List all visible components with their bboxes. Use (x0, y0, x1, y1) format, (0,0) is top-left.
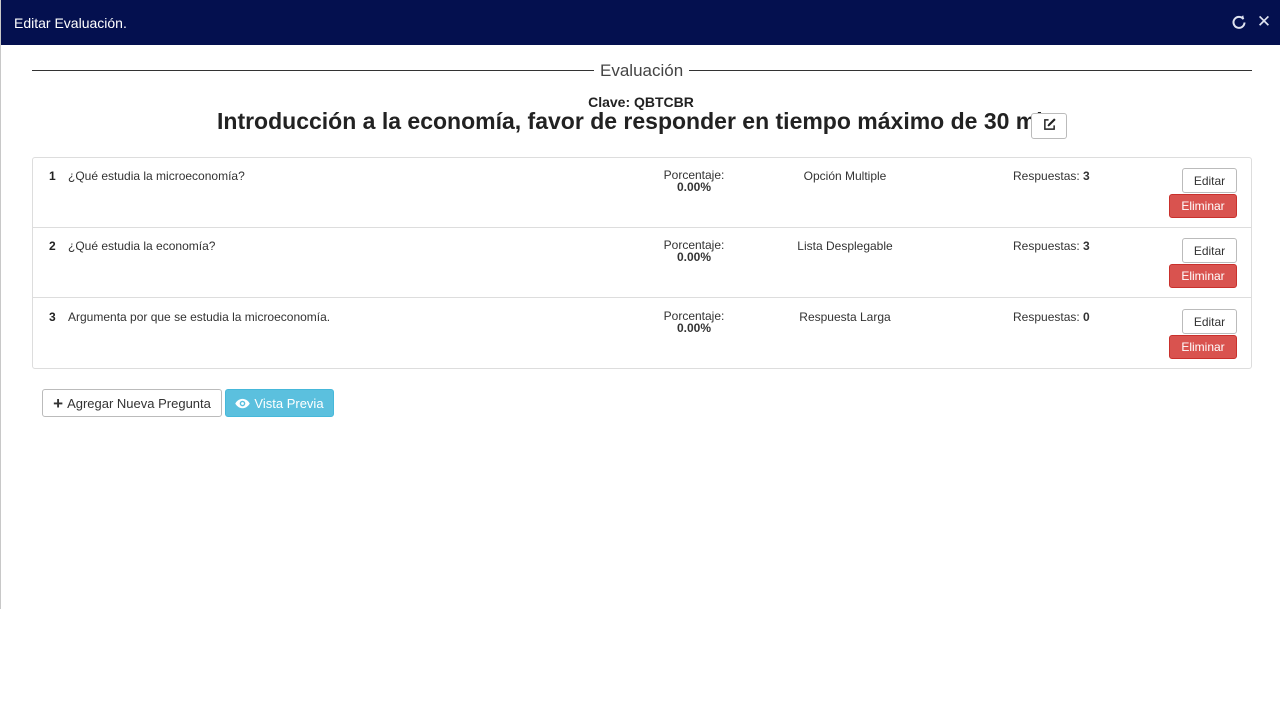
question-answers: Respuestas: 0 (1013, 310, 1090, 324)
edit-evaluation-modal: Editar Evaluación. ✕ Evaluación Clave: Q… (0, 0, 1280, 609)
legend-label: Evaluación (600, 61, 684, 80)
edit-question-button[interactable]: Editar (1182, 238, 1237, 263)
eye-icon (235, 398, 251, 409)
question-text: ¿Qué estudia la microeconomía? (68, 169, 245, 183)
question-text: ¿Qué estudia la economía? (68, 239, 216, 253)
edit-icon (1043, 118, 1056, 134)
questions-list: 1 ¿Qué estudia la microeconomía? Porcent… (32, 157, 1252, 369)
percentage-value: 0.00% (676, 180, 712, 194)
evaluation-title: Introducción a la economía, favor de res… (217, 108, 1064, 134)
question-percentage: Porcentaje: 0.00% (653, 310, 735, 334)
edit-question-button[interactable]: Editar (1182, 309, 1237, 334)
legend-divider-left (32, 70, 594, 71)
close-icon[interactable]: ✕ (1254, 12, 1274, 32)
plus-icon: + (53, 393, 64, 413)
question-type: Lista Desplegable (797, 239, 893, 253)
edit-title-button[interactable] (1031, 113, 1067, 139)
delete-question-button[interactable]: Eliminar (1169, 335, 1237, 359)
add-question-button[interactable]: + Agregar Nueva Pregunta (42, 389, 222, 417)
question-answers: Respuestas: 3 (1013, 239, 1090, 253)
preview-button[interactable]: Vista Previa (225, 389, 334, 417)
add-question-label: Agregar Nueva Pregunta (67, 395, 211, 411)
delete-question-button[interactable]: Eliminar (1169, 194, 1237, 218)
percentage-value: 0.00% (676, 321, 712, 335)
question-row: 2 ¿Qué estudia la economía? Porcentaje: … (33, 228, 1251, 298)
answers-count: 0 (1083, 310, 1090, 324)
evaluation-fieldset-legend: Evaluación (32, 60, 1252, 82)
question-number: 3 (49, 310, 56, 324)
modal-titlebar: Editar Evaluación. ✕ (1, 0, 1280, 45)
answers-label: Respuestas: (1013, 310, 1080, 324)
delete-question-button[interactable]: Eliminar (1169, 264, 1237, 288)
edit-question-button[interactable]: Editar (1182, 168, 1237, 193)
question-type: Opción Multiple (803, 169, 887, 183)
answers-count: 3 (1083, 239, 1090, 253)
question-number: 1 (49, 169, 56, 183)
answers-label: Respuestas: (1013, 169, 1080, 183)
question-row: 1 ¿Qué estudia la microeconomía? Porcent… (33, 158, 1251, 228)
legend-divider-right (689, 70, 1252, 71)
question-text: Argumenta por que se estudia la microeco… (68, 310, 331, 324)
question-percentage: Porcentaje: 0.00% (653, 239, 735, 263)
preview-label: Vista Previa (254, 395, 324, 411)
question-percentage: Porcentaje: 0.00% (653, 169, 735, 193)
question-type: Respuesta Larga (799, 310, 891, 324)
refresh-icon[interactable] (1229, 12, 1249, 32)
modal-title: Editar Evaluación. (14, 15, 127, 31)
answers-count: 3 (1083, 169, 1090, 183)
question-row: 3 Argumenta por que se estudia la microe… (33, 299, 1251, 369)
percentage-value: 0.00% (676, 250, 712, 264)
question-answers: Respuestas: 3 (1013, 169, 1090, 183)
answers-label: Respuestas: (1013, 239, 1080, 253)
question-number: 2 (49, 239, 56, 253)
